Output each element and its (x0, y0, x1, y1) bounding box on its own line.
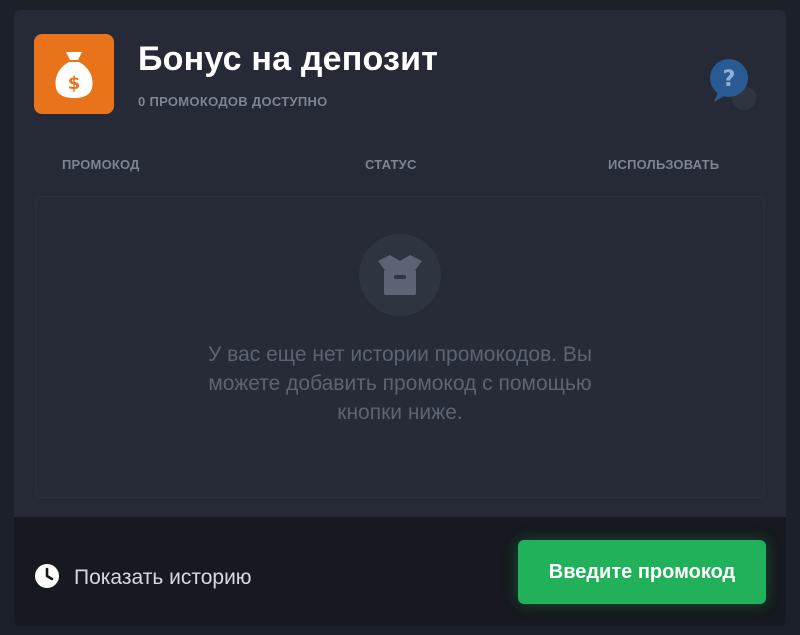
open-box-icon (359, 234, 441, 316)
column-header-status: СТАТУС (365, 157, 417, 172)
promo-bonus-card: $ Бонус на депозит 0 ПРОМОКОДОВ ДОСТУПНО… (14, 10, 786, 626)
svg-text:$: $ (68, 73, 81, 94)
page-title: Бонус на депозит (138, 40, 439, 78)
clock-icon (34, 563, 60, 594)
card-footer: Показать историю Введите промокод (14, 517, 786, 626)
empty-state-message: У вас еще нет истории промокодов. Вы мож… (208, 343, 592, 424)
column-header-use: ИСПОЛЬЗОВАТЬ (608, 157, 720, 172)
enter-promo-button[interactable]: Введите промокод (518, 540, 766, 604)
money-bag-icon: $ (34, 34, 114, 114)
question-chat-icon[interactable]: ? (708, 58, 756, 114)
column-header-promocode: ПРОМОКОД (62, 157, 140, 172)
help-symbol: ? (723, 67, 736, 92)
promo-count-label: 0 ПРОМОКОДОВ ДОСТУПНО (138, 94, 328, 109)
show-history-button[interactable]: Показать историю (34, 563, 252, 594)
show-history-label: Показать историю (74, 566, 252, 589)
